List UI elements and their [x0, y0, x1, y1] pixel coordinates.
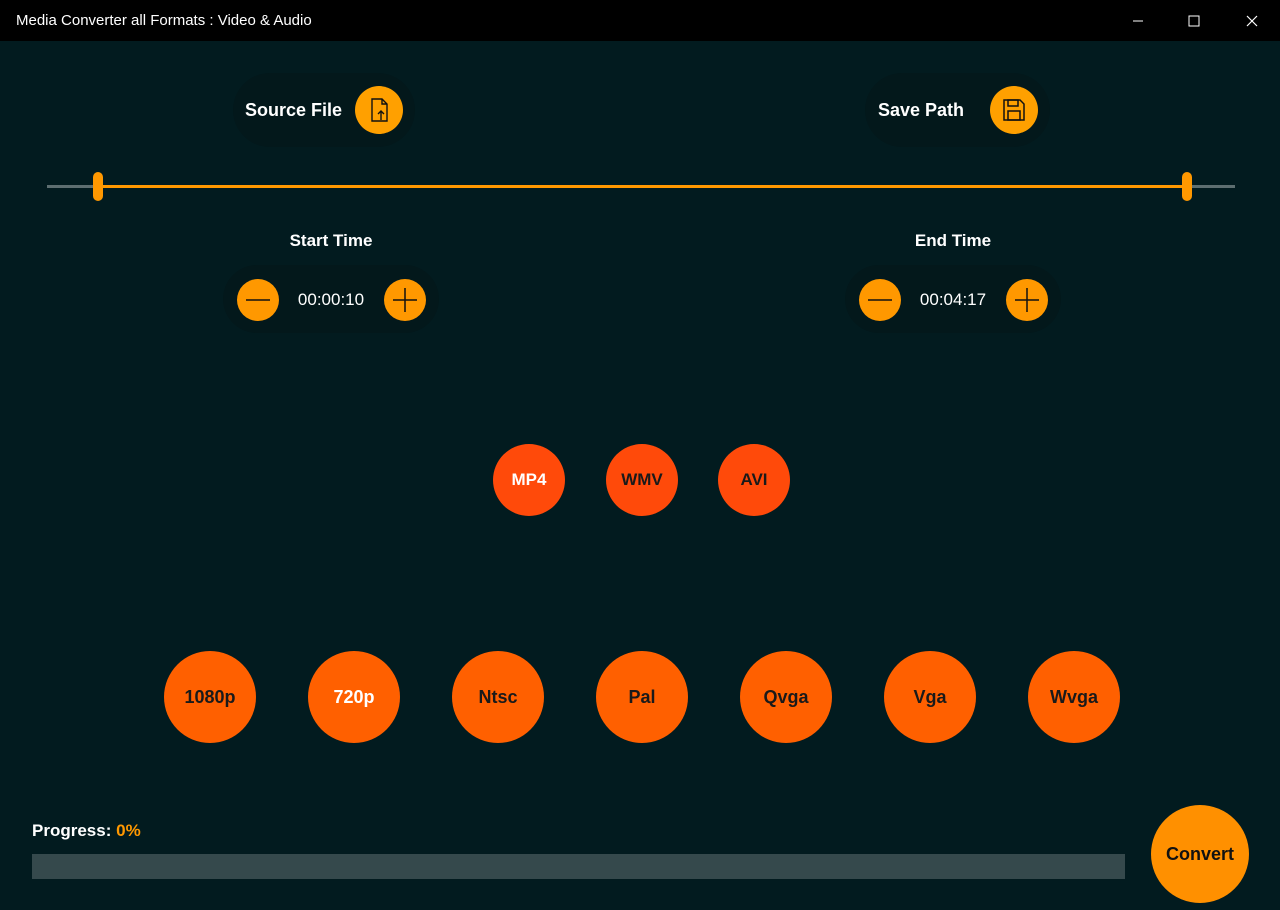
format-label: MP4: [511, 470, 547, 489]
close-button[interactable]: [1224, 0, 1280, 41]
resolution-button-720p[interactable]: 720p: [308, 651, 400, 743]
trim-range-fill: [98, 185, 1188, 188]
resolution-label: 720p: [333, 686, 375, 707]
resolution-button-vga[interactable]: Vga: [884, 651, 976, 743]
resolution-button-pal[interactable]: Pal: [596, 651, 688, 743]
source-file-label: Source File: [245, 99, 343, 120]
end-time-label: End Time: [914, 231, 992, 250]
progress-label: Progress: 0%: [32, 821, 141, 841]
save-path-button[interactable]: Save Path: [865, 73, 1050, 147]
format-button-wmv[interactable]: WMV: [606, 444, 678, 516]
resolution-button-qvga[interactable]: Qvga: [740, 651, 832, 743]
format-button-mp4[interactable]: MP4: [493, 444, 565, 516]
convert-button[interactable]: Convert: [1151, 805, 1249, 903]
resolution-label: Ntsc: [478, 686, 518, 707]
maximize-button[interactable]: [1166, 0, 1222, 41]
file-upload-icon: [355, 86, 403, 134]
progress-title: Progress:: [32, 821, 112, 840]
title-bar: Media Converter all Formats : Video & Au…: [0, 0, 1280, 41]
resolution-label: Wvga: [1049, 686, 1098, 707]
trim-start-handle[interactable]: [93, 172, 104, 201]
resolution-label: Qvga: [763, 686, 809, 707]
format-button-avi[interactable]: AVI: [718, 444, 790, 516]
start-time-label: Start Time: [289, 231, 373, 250]
resolution-button-1080p[interactable]: 1080p: [164, 651, 256, 743]
trim-end-handle[interactable]: [1182, 172, 1193, 201]
resolution-button-wvga[interactable]: Wvga: [1028, 651, 1120, 743]
progress-bar: [32, 854, 1125, 879]
end-time-stepper: 00:04:17: [845, 265, 1061, 333]
convert-label: Convert: [1165, 843, 1234, 864]
save-disk-icon: [990, 86, 1038, 134]
start-time-increment-button[interactable]: [384, 279, 426, 321]
maximize-icon: [1188, 15, 1200, 26]
plus-icon: [1015, 288, 1039, 312]
progress-percent: 0%: [116, 821, 141, 840]
minimize-button[interactable]: [1110, 0, 1166, 41]
plus-icon: [393, 288, 417, 312]
resolution-label: 1080p: [184, 686, 236, 707]
resolution-button-ntsc[interactable]: Ntsc: [452, 651, 544, 743]
close-icon: [1246, 15, 1258, 26]
minimize-icon: [1133, 20, 1143, 21]
resolution-label: Vga: [913, 686, 947, 707]
window-title: Media Converter all Formats : Video & Au…: [16, 12, 312, 29]
source-file-button[interactable]: Source File: [233, 73, 415, 147]
format-label: AVI: [740, 470, 768, 489]
end-time-increment-button[interactable]: [1006, 279, 1048, 321]
resolution-label: Pal: [628, 686, 656, 707]
format-label: WMV: [621, 470, 663, 489]
save-path-label: Save Path: [878, 99, 965, 120]
start-time-stepper: 00:00:10: [223, 265, 439, 333]
